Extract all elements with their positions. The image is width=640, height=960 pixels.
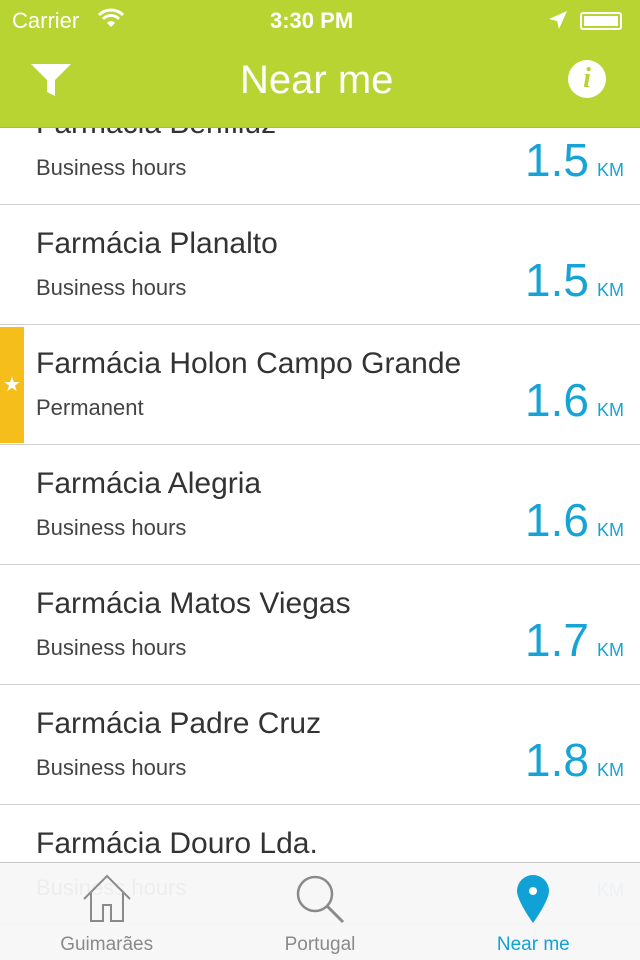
list-item[interactable]: ★ Farmácia Holon Campo Grande Permanent 1… bbox=[0, 325, 640, 445]
pharmacy-info: Farmácia Matos Viegas Business hours bbox=[36, 565, 486, 661]
tab-label: Guimarães bbox=[60, 934, 154, 955]
distance: 1.5 KM bbox=[486, 205, 640, 307]
distance-unit: KM bbox=[597, 280, 624, 300]
distance: 1.8 KM bbox=[486, 685, 640, 787]
info-icon[interactable]: i bbox=[568, 60, 606, 98]
battery-icon bbox=[580, 12, 622, 30]
distance: 1.7 KM bbox=[486, 565, 640, 667]
pharmacy-name: Farmácia Matos Viegas bbox=[36, 587, 351, 620]
favorite-star-icon: ★ bbox=[0, 327, 24, 443]
opening-hours: Business hours bbox=[36, 755, 187, 780]
location-arrow-icon bbox=[549, 11, 567, 29]
list-item[interactable]: Farmácia Padre Cruz Business hours 1.8 KM bbox=[0, 685, 640, 805]
list-item[interactable]: Farmácia Planalto Business hours 1.5 KM bbox=[0, 205, 640, 325]
tab-portugal[interactable]: Portugal bbox=[213, 863, 426, 960]
page-title: Near me bbox=[240, 58, 394, 102]
distance-unit: KM bbox=[597, 520, 624, 540]
pharmacy-name: Farmácia Padre Cruz bbox=[36, 707, 322, 740]
location-pin-icon bbox=[517, 875, 550, 923]
opening-hours: Business hours bbox=[36, 515, 187, 540]
carrier-label: Carrier bbox=[12, 8, 80, 33]
distance-unit: KM bbox=[597, 760, 624, 780]
nav-bar: Carrier 3:30 PM Near me i bbox=[0, 0, 640, 128]
pharmacy-name: Farmácia Planalto bbox=[36, 227, 278, 260]
list-item[interactable]: Farmácia Matos Viegas Business hours 1.7… bbox=[0, 565, 640, 685]
clock: 3:30 PM bbox=[270, 8, 354, 33]
pharmacy-info: Farmácia Planalto Business hours bbox=[36, 205, 486, 301]
distance-value: 1.6 bbox=[525, 494, 589, 546]
wifi-icon bbox=[98, 8, 124, 27]
pharmacy-name: Farmácia Holon Campo Grande bbox=[36, 347, 462, 380]
distance: 1.6 KM bbox=[486, 325, 640, 427]
opening-hours: Permanent bbox=[36, 395, 144, 420]
tab-bar: Guimarães Portugal Near me bbox=[0, 862, 640, 960]
tab-label: Near me bbox=[496, 934, 570, 955]
status-bar: Carrier 3:30 PM bbox=[0, 0, 640, 40]
pharmacy-info: Farmácia Alegria Business hours bbox=[36, 445, 486, 541]
distance-value: 1.6 bbox=[525, 374, 589, 426]
distance-value: 1.5 bbox=[525, 254, 589, 306]
list-item[interactable]: Farmácia Alegria Business hours 1.6 KM bbox=[0, 445, 640, 565]
pharmacy-name: Farmácia Douro Lda. bbox=[36, 827, 318, 860]
distance-unit: KM bbox=[597, 160, 624, 180]
filter-icon[interactable] bbox=[30, 62, 72, 98]
distance-value: 1.5 bbox=[525, 134, 589, 186]
distance: 1.6 KM bbox=[486, 445, 640, 547]
pharmacy-name: Farmácia Alegria bbox=[36, 467, 262, 500]
search-icon bbox=[296, 875, 345, 924]
opening-hours: Business hours bbox=[36, 275, 187, 300]
tab-near-me[interactable]: Near me bbox=[427, 863, 640, 960]
pharmacy-list[interactable]: Farmácia Benfiluz Business hours 1.5KMFa… bbox=[0, 85, 640, 925]
pharmacy-info: Farmácia Holon Campo Grande Permanent bbox=[36, 325, 486, 421]
tab-label: Portugal bbox=[284, 934, 356, 955]
distance-unit: KM bbox=[597, 400, 624, 420]
opening-hours: Business hours bbox=[36, 155, 187, 180]
distance-value: 1.7 bbox=[525, 614, 589, 666]
home-icon bbox=[82, 874, 131, 922]
distance-value: 1.8 bbox=[525, 734, 589, 786]
pharmacy-info: Farmácia Padre Cruz Business hours bbox=[36, 685, 486, 781]
opening-hours: Business hours bbox=[36, 635, 187, 660]
distance-unit: KM bbox=[597, 640, 624, 660]
tab-guimaraes[interactable]: Guimarães bbox=[0, 863, 213, 960]
